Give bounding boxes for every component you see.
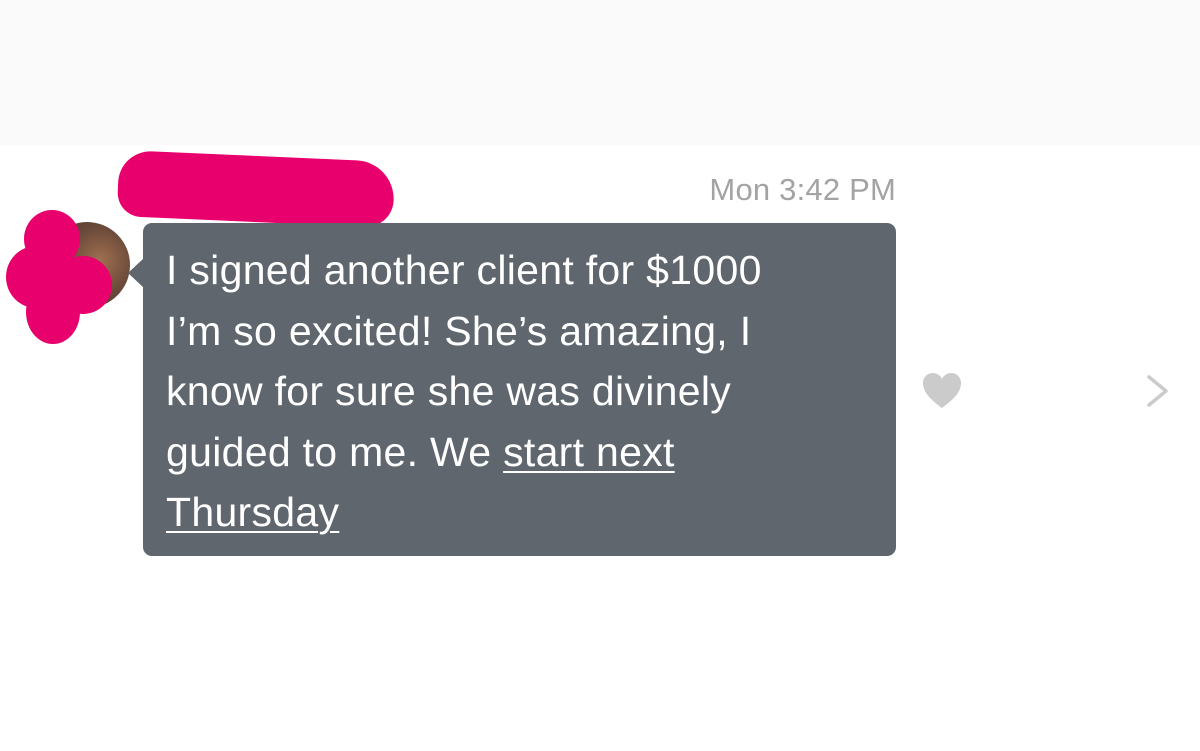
- avatar-redaction-bottom: [26, 280, 80, 344]
- top-header-area: [0, 0, 1200, 145]
- sender-name-redaction: [116, 150, 396, 228]
- chevron-right-icon: [1147, 375, 1168, 407]
- message-text: I signed another client for $1000 I’m so…: [166, 240, 886, 543]
- message-bubble-tail: [128, 258, 144, 288]
- open-conversation-button[interactable]: [1142, 374, 1172, 408]
- sender-avatar[interactable]: [6, 210, 130, 344]
- heart-icon: [923, 373, 961, 408]
- message-timestamp: Mon 3:42 PM: [709, 172, 896, 207]
- like-button[interactable]: [922, 372, 962, 410]
